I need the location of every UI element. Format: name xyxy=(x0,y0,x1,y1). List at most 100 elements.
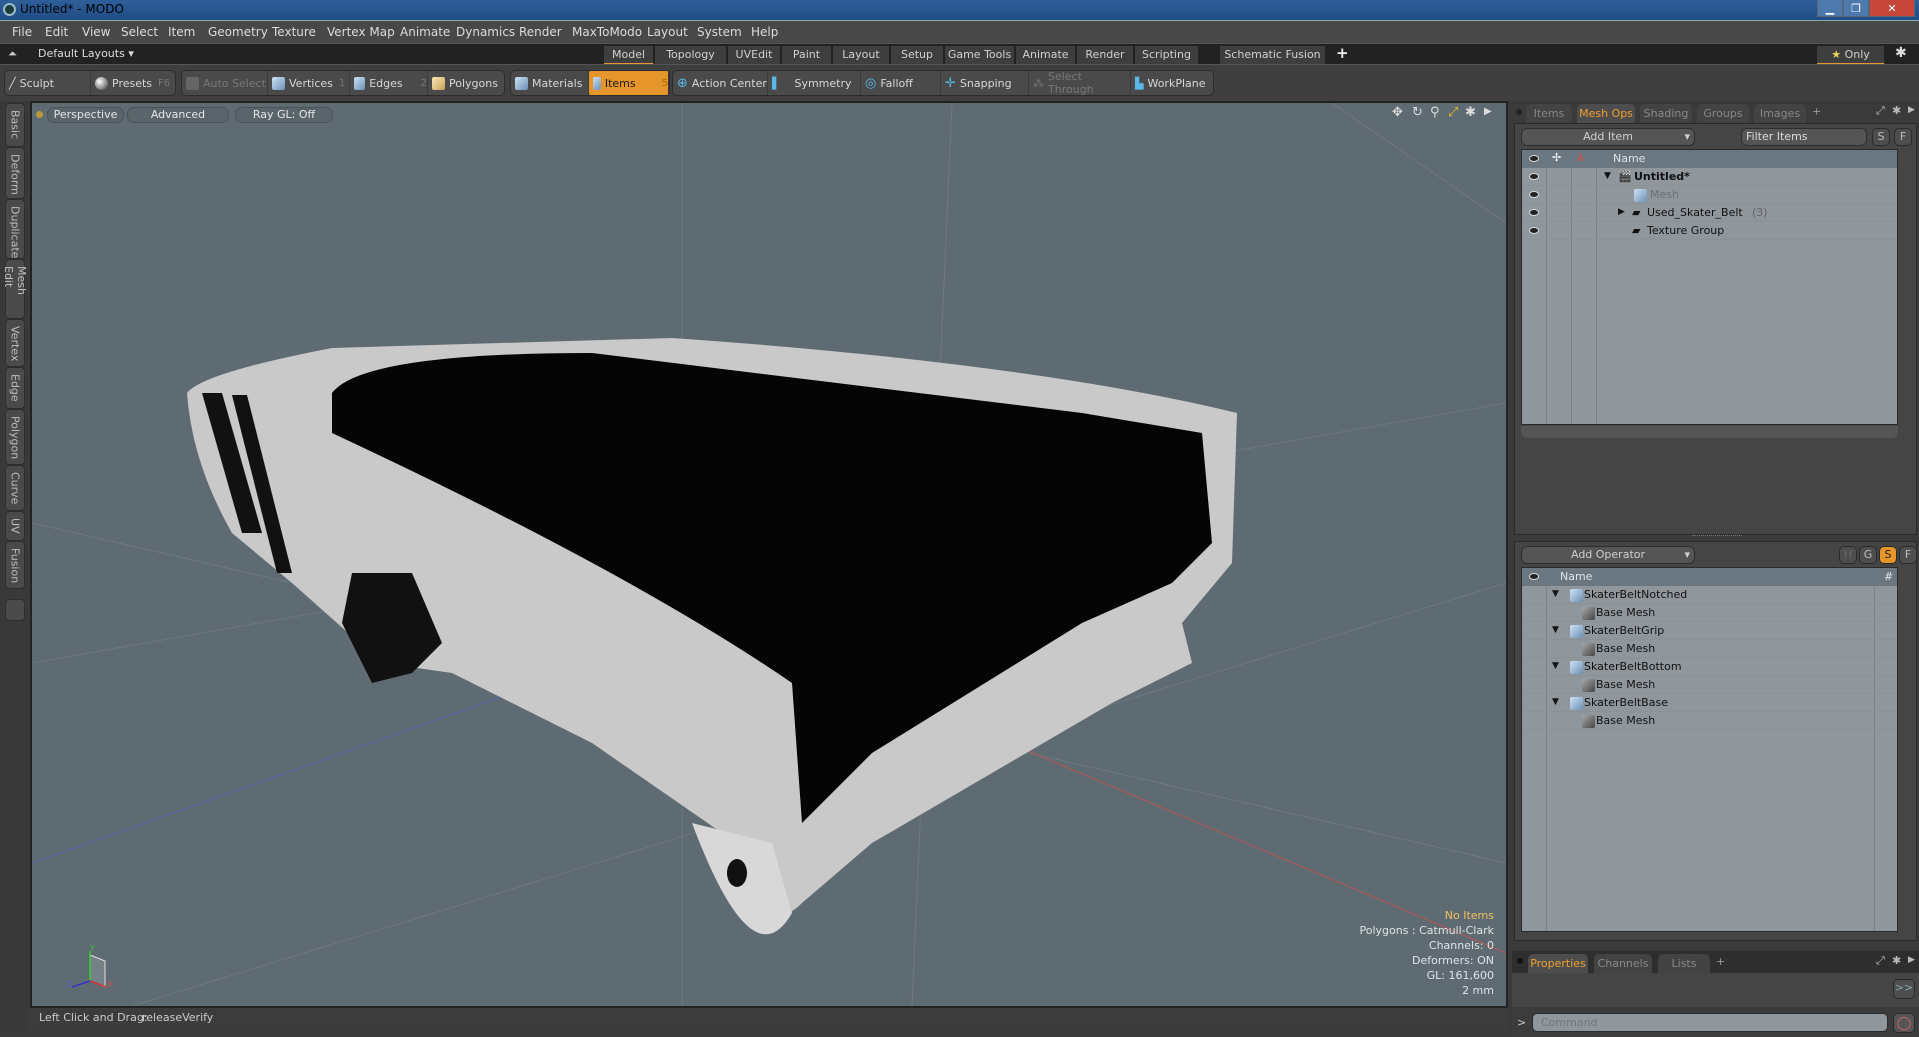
tab-animate[interactable]: Animate xyxy=(1016,46,1076,65)
minimize-button[interactable]: ▁ xyxy=(1817,0,1843,17)
tab-render[interactable]: Render xyxy=(1077,46,1134,65)
tab-properties[interactable]: Properties xyxy=(1528,954,1588,973)
command-input[interactable] xyxy=(1532,1013,1888,1032)
items-s-button[interactable]: S xyxy=(1872,128,1890,146)
vtab-curve[interactable]: Curve xyxy=(5,465,25,511)
menu-vertex-map[interactable]: Vertex Map xyxy=(327,25,395,39)
meshop-row[interactable]: ▼ SkaterBeltBase xyxy=(1522,694,1897,712)
menu-view[interactable]: View xyxy=(82,25,110,39)
meshops-s-button[interactable]: S xyxy=(1879,546,1897,564)
menu-item[interactable]: Item xyxy=(168,25,195,39)
expand-properties-icon[interactable]: ⤢ xyxy=(1876,954,1885,968)
meshops-h-button[interactable]: H xyxy=(1839,546,1857,564)
tab-paint[interactable]: Paint xyxy=(782,46,832,65)
vtab-deform[interactable]: Deform xyxy=(5,147,25,199)
collapse-arrow-icon[interactable]: ▶ xyxy=(1618,207,1625,217)
tab-items[interactable]: Items xyxy=(1526,104,1572,123)
expand-arrow-icon[interactable]: ▼ xyxy=(1552,661,1559,671)
menu-edit[interactable]: Edit xyxy=(45,25,68,39)
tab-scripting[interactable]: Scripting xyxy=(1135,46,1199,65)
panel-gear-icon[interactable]: ✱ xyxy=(1892,104,1901,117)
meshops-f-button[interactable]: F xyxy=(1899,546,1917,564)
properties-menu-arrow-icon[interactable]: ▶ xyxy=(1908,955,1915,965)
select-through-button[interactable]: ⁂ Select Through xyxy=(1029,70,1131,96)
add-operator-button[interactable]: Add Operator ▾ xyxy=(1521,546,1695,564)
tab-topology[interactable]: Topology xyxy=(655,46,727,65)
edges-button[interactable]: Edges 2 xyxy=(350,71,428,95)
items-button[interactable]: Items 5 xyxy=(589,71,669,95)
menu-animate[interactable]: Animate xyxy=(400,25,450,39)
filter-items-input[interactable]: Filter Items xyxy=(1741,128,1867,146)
presets-button[interactable]: Presets F6 xyxy=(91,71,177,95)
meshop-child-row[interactable]: Base Mesh xyxy=(1522,676,1897,694)
add-item-dropdown-icon[interactable]: ▾ xyxy=(1684,129,1690,145)
tab-groups[interactable]: Groups xyxy=(1697,104,1749,123)
maximize-viewport-icon[interactable]: ⤢ xyxy=(1448,105,1458,120)
vtab-vertex[interactable]: Vertex xyxy=(5,319,25,367)
workplane-button[interactable]: ▙ WorkPlane xyxy=(1131,71,1213,95)
vertices-button[interactable]: Vertices 1 xyxy=(268,71,350,95)
menu-texture[interactable]: Texture xyxy=(272,25,316,39)
vtab-basic[interactable]: Basic xyxy=(5,103,25,147)
menu-render[interactable]: Render xyxy=(519,25,562,39)
tab-game-tools[interactable]: Game Tools xyxy=(945,46,1015,65)
tab-model[interactable]: Model xyxy=(604,46,654,65)
menu-maxtomodo[interactable]: MaxToModo xyxy=(572,25,642,39)
raygl-button[interactable]: Ray GL: Off xyxy=(235,107,333,123)
vtab-polygon[interactable]: Polygon xyxy=(5,409,25,465)
meshop-child-row[interactable]: Base Mesh xyxy=(1522,604,1897,622)
expand-panel-icon[interactable]: ⤢ xyxy=(1876,104,1885,118)
materials-button[interactable]: Materials xyxy=(511,71,589,95)
view-mode-button[interactable]: Perspective xyxy=(47,107,124,123)
add-item-button[interactable]: Add Item ▾ xyxy=(1521,128,1695,146)
viewport-gear-icon[interactable]: ✱ xyxy=(1465,105,1476,120)
vtab-duplicate[interactable]: Duplicate xyxy=(5,199,25,259)
add-layout-tab-button[interactable]: + xyxy=(1336,44,1349,62)
tree-row-mesh[interactable]: Mesh xyxy=(1522,186,1897,204)
snapping-button[interactable]: ✛ Snapping xyxy=(941,71,1029,95)
properties-options-dot[interactable] xyxy=(1517,958,1523,964)
menu-file[interactable]: File xyxy=(12,25,32,39)
menu-select[interactable]: Select xyxy=(121,25,158,39)
panel-options-dot[interactable] xyxy=(1516,109,1522,115)
add-properties-tab-button[interactable]: + xyxy=(1716,955,1725,968)
tree-row-used-skater-belt[interactable]: ▶ ▰ Used_Skater_Belt (3) xyxy=(1522,204,1897,222)
expand-arrow-icon[interactable]: ▼ xyxy=(1552,625,1559,635)
only-toggle[interactable]: ★ Only xyxy=(1817,46,1885,65)
items-horizontal-scrollbar[interactable] xyxy=(1521,426,1898,438)
menu-geometry[interactable]: Geometry xyxy=(208,25,268,39)
restore-button[interactable]: ❐ xyxy=(1843,0,1869,17)
menu-dynamics[interactable]: Dynamics xyxy=(456,25,515,39)
close-button[interactable]: ✕ xyxy=(1869,0,1915,17)
properties-gear-icon[interactable]: ✱ xyxy=(1892,954,1901,967)
3d-viewport[interactable]: Perspective Advanced Ray GL: Off ✥ ↻ ⚲ ⤢… xyxy=(30,101,1508,1008)
visibility-toggle-icon[interactable] xyxy=(1529,227,1539,234)
add-operator-dropdown-icon[interactable]: ▾ xyxy=(1684,547,1690,563)
layout-arrow-icon[interactable]: ⏶ xyxy=(8,47,17,61)
vtab-edge[interactable]: Edge xyxy=(5,367,25,409)
meshop-row[interactable]: ▼ SkaterBeltGrip xyxy=(1522,622,1897,640)
default-layouts-dropdown[interactable]: Default Layouts ▾ xyxy=(38,47,134,60)
pan-icon[interactable]: ✥ xyxy=(1392,105,1403,120)
meshops-g-button[interactable]: G xyxy=(1859,546,1877,564)
viewport-menu-arrow-icon[interactable]: ▶ xyxy=(1484,106,1492,117)
gear-icon[interactable]: ✱ xyxy=(1895,45,1907,61)
tab-images[interactable]: Images xyxy=(1754,104,1806,123)
meshop-row[interactable]: ▼ SkaterBeltNotched xyxy=(1522,586,1897,604)
properties-expand-button[interactable]: >> xyxy=(1893,979,1915,999)
expand-arrow-icon[interactable]: ▼ xyxy=(1604,171,1611,181)
menu-layout[interactable]: Layout xyxy=(647,25,688,39)
polygons-button[interactable]: Polygons xyxy=(428,71,504,95)
items-f-button[interactable]: F xyxy=(1894,128,1912,146)
expand-arrow-icon[interactable]: ▼ xyxy=(1552,697,1559,707)
tree-row-texture-group[interactable]: ▰ Texture Group xyxy=(1522,222,1897,240)
symmetry-button[interactable]: ▌ Symmetry xyxy=(768,71,861,95)
auto-select-button[interactable]: Auto Select xyxy=(182,71,268,95)
tab-schematic-fusion[interactable]: Schematic Fusion xyxy=(1220,46,1326,65)
tab-setup[interactable]: Setup xyxy=(891,46,944,65)
vtab-extra[interactable] xyxy=(5,599,25,621)
menu-system[interactable]: System xyxy=(697,25,742,39)
tab-channels[interactable]: Channels xyxy=(1594,954,1652,973)
vtab-fusion[interactable]: Fusion xyxy=(5,541,25,589)
expand-arrow-icon[interactable]: ▼ xyxy=(1552,589,1559,599)
